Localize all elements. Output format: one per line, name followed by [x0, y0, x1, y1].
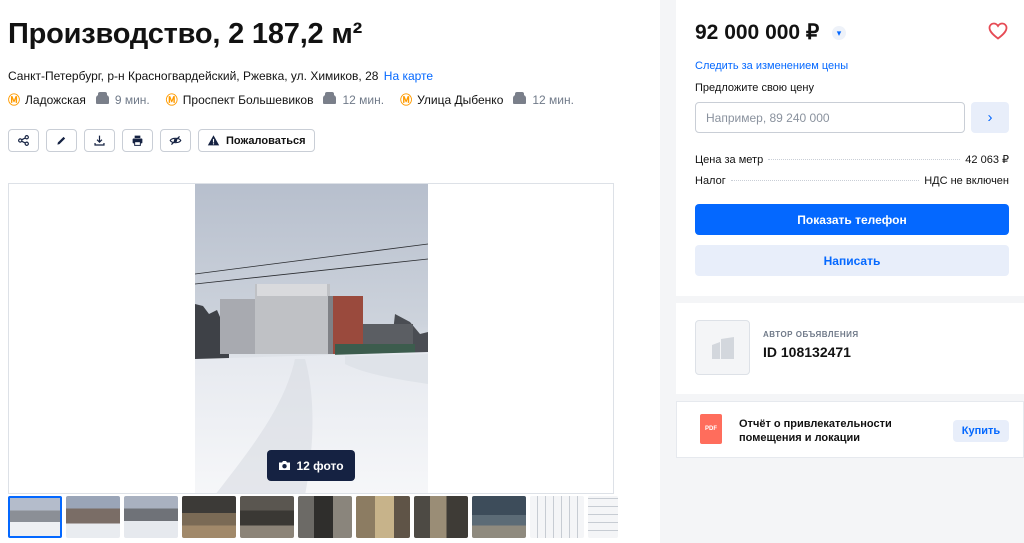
- building-placeholder-icon: [711, 336, 734, 359]
- thumbnail-strip: [8, 496, 618, 538]
- offer-submit-button[interactable]: ›: [971, 102, 1009, 133]
- metro-station[interactable]: Ⓜ Проспект Большевиков 12 мин.: [166, 91, 384, 108]
- price: 92 000 000 ₽: [695, 21, 820, 44]
- thumbnail[interactable]: [414, 496, 468, 538]
- download-icon: [94, 135, 105, 146]
- buy-report-button[interactable]: Купить: [953, 420, 1009, 442]
- metro-time: 12 мин.: [532, 92, 574, 107]
- write-message-button[interactable]: Написать: [695, 245, 1009, 276]
- share-icon: [18, 135, 29, 146]
- author-label: АВТОР ОБЪЯВЛЕНИЯ: [763, 330, 859, 339]
- row-label: Налог: [695, 175, 726, 187]
- thumbnail[interactable]: [530, 496, 584, 538]
- metro-icon: Ⓜ: [8, 93, 21, 107]
- follow-price-link[interactable]: Следить за изменением цены: [695, 60, 848, 72]
- tax-row: Налог НДС не включен: [695, 175, 1009, 187]
- building-photo: [195, 243, 428, 493]
- metro-name: Улица Дыбенко: [417, 92, 504, 107]
- photo-count: 12 фото: [296, 458, 344, 473]
- thumbnail[interactable]: [182, 496, 236, 538]
- price-history-toggle[interactable]: ▾: [832, 26, 846, 40]
- favorite-heart-icon[interactable]: [988, 22, 1008, 40]
- author-card: АВТОР ОБЪЯВЛЕНИЯ ID 108132471: [676, 303, 1024, 394]
- thumbnail[interactable]: [588, 496, 618, 538]
- dotted-leader: [768, 159, 961, 160]
- thumbnail[interactable]: [472, 496, 526, 538]
- metro-name: Ладожская: [25, 92, 86, 107]
- car-icon: [323, 92, 337, 104]
- price-card: 92 000 000 ₽ ▾ Следить за изменением цен…: [676, 0, 1024, 296]
- thumbnail[interactable]: [298, 496, 352, 538]
- offer-price-input[interactable]: [695, 102, 965, 133]
- metro-time: 12 мин.: [342, 92, 385, 107]
- thumbnail[interactable]: [8, 496, 62, 538]
- hide-button[interactable]: [160, 129, 191, 152]
- camera-icon: [279, 461, 291, 470]
- metro-icon: Ⓜ: [165, 93, 178, 107]
- main-photo[interactable]: [195, 184, 428, 493]
- chevron-down-icon: ▾: [836, 27, 842, 38]
- row-value: 42 063 ₽: [965, 154, 1009, 166]
- thumbnail[interactable]: [240, 496, 294, 538]
- row-value: НДС не включен: [924, 175, 1009, 187]
- report-title: Отчёт о привлекательности помещения и ло…: [739, 418, 892, 444]
- author-id[interactable]: ID 108132471: [763, 344, 851, 360]
- map-link[interactable]: На карте: [384, 69, 433, 83]
- metro-station[interactable]: Ⓜ Ладожская 9 мин.: [8, 91, 150, 108]
- metro-time: 9 мин.: [114, 92, 150, 107]
- page-title: Производство, 2 187,2 м²: [8, 18, 363, 50]
- edit-icon: [57, 136, 66, 145]
- chevron-right-icon: ›: [987, 109, 993, 126]
- metro-station[interactable]: Ⓜ Улица Дыбенко 12 мин.: [400, 91, 574, 108]
- warning-icon: [207, 135, 220, 146]
- metro-name: Проспект Большевиков: [182, 92, 314, 107]
- thumbnail[interactable]: [124, 496, 178, 538]
- action-toolbar: Пожаловаться: [8, 129, 315, 152]
- avatar[interactable]: [695, 320, 750, 375]
- print-icon: [132, 135, 143, 146]
- address-text: Санкт-Петербург, р-н Красногвардейский, …: [8, 69, 379, 83]
- price-per-meter-row: Цена за метр 42 063 ₽: [695, 153, 1009, 166]
- thumbnail[interactable]: [66, 496, 120, 538]
- print-button[interactable]: [122, 129, 153, 152]
- metro-icon: Ⓜ: [400, 93, 413, 107]
- thumbnail[interactable]: [356, 496, 410, 538]
- show-phone-button[interactable]: Показать телефон: [695, 204, 1009, 235]
- photo-count-button[interactable]: 12 фото: [267, 450, 355, 481]
- row-label: Цена за метр: [695, 154, 764, 166]
- complain-label: Пожаловаться: [226, 134, 306, 147]
- address: Санкт-Петербург, р-н Красногвардейский, …: [8, 69, 433, 83]
- car-icon: [513, 92, 527, 104]
- share-button[interactable]: [8, 129, 39, 152]
- report-card: PDF Отчёт о привлекательности помещения …: [676, 401, 1024, 458]
- download-button[interactable]: [84, 129, 115, 152]
- listing-main: Производство, 2 187,2 м² Санкт-Петербург…: [0, 0, 660, 543]
- complain-button[interactable]: Пожаловаться: [198, 129, 315, 152]
- offer-label: Предложите свою цену: [695, 82, 814, 94]
- edit-button[interactable]: [46, 129, 77, 152]
- metro-list: Ⓜ Ладожская 9 мин. Ⓜ Проспект Большевико…: [8, 91, 590, 108]
- pdf-icon: PDF: [700, 414, 722, 444]
- hide-icon: [169, 136, 182, 145]
- car-icon: [95, 92, 109, 104]
- dotted-leader: [730, 180, 920, 181]
- photo-gallery[interactable]: 12 фото: [8, 183, 614, 494]
